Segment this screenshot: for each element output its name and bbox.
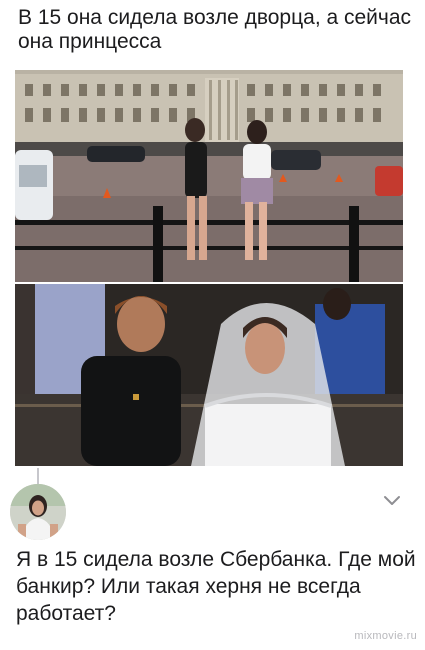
palace-image	[15, 70, 403, 282]
avatar-image	[10, 484, 66, 540]
wedding-image	[15, 284, 403, 466]
palace-photo[interactable]	[15, 70, 403, 282]
reply-text: Я в 15 сидела возле Сбербанка. Где мой б…	[16, 548, 416, 625]
watermark: mixmovie.ru	[354, 630, 417, 642]
wedding-photo[interactable]	[15, 284, 403, 466]
chevron-down-icon[interactable]	[383, 494, 401, 508]
user-avatar[interactable]	[10, 484, 66, 540]
post-caption: В 15 она сидела возле дворца, а сейчас о…	[18, 6, 412, 53]
